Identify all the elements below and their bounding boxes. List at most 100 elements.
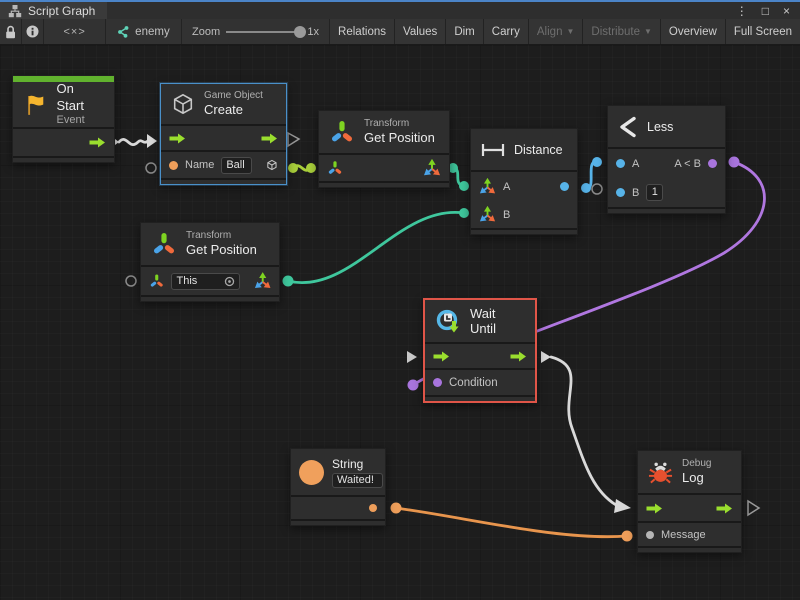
node-on-start-event[interactable]: On Start Event: [12, 75, 115, 163]
node-wait-until[interactable]: Wait Until Condition: [423, 298, 537, 403]
window-controls: ⋮ □ ×: [736, 2, 800, 19]
flow-out-port[interactable]: [716, 503, 733, 514]
vector3-in-port-a[interactable]: [479, 178, 496, 195]
string-out-port[interactable]: [369, 504, 377, 512]
flow-in-port[interactable]: [169, 133, 186, 144]
flow-out-port[interactable]: [261, 133, 278, 144]
node-get-position-top[interactable]: Transform Get Position: [318, 110, 450, 188]
object-picker-icon[interactable]: [224, 276, 235, 287]
node-distance[interactable]: Distance A: [470, 128, 578, 235]
value-rows: A B: [471, 170, 577, 228]
node-footer: [608, 207, 725, 213]
graph-toolbar: <×> enemy Zoom 1x Relations Values Dim C…: [0, 19, 800, 45]
code-view-button[interactable]: <×>: [44, 19, 106, 44]
lock-icon: [4, 25, 17, 39]
node-header: Debug Log: [638, 451, 741, 493]
gameobject-out-port[interactable]: [266, 157, 278, 173]
less-b-input[interactable]: 1: [646, 184, 663, 201]
condition-label: Condition: [449, 377, 498, 389]
name-port-label: Name: [185, 159, 214, 171]
node-title: Less: [647, 120, 673, 134]
node-category: Debug: [682, 458, 711, 471]
value-rows: A A < B B 1: [608, 147, 725, 207]
node-header: Wait Until: [425, 300, 535, 342]
value-row: [319, 153, 449, 181]
port-a-label: A: [632, 158, 639, 170]
node-game-object-create[interactable]: Game Object Create Name Ball: [160, 83, 287, 185]
message-in-port[interactable]: [646, 531, 654, 539]
node-header: On Start Event: [13, 82, 114, 127]
value-row: Message: [638, 521, 741, 546]
transform-icon: [151, 231, 177, 257]
flow-row: [638, 493, 741, 521]
chevron-down-icon: ▼: [566, 27, 574, 36]
tab-bar: Script Graph ⋮ □ ×: [0, 0, 800, 19]
toolbar-button-dim[interactable]: Dim: [446, 19, 483, 44]
target-input[interactable]: This: [171, 273, 239, 290]
result-label: A < B: [674, 158, 701, 170]
toolbar-button-distribute[interactable]: Distribute ▼: [583, 19, 661, 44]
toolbar-button-overview[interactable]: Overview: [661, 19, 726, 44]
node-title: String: [332, 457, 383, 472]
node-category: Game Object: [204, 90, 263, 103]
graph-breadcrumb[interactable]: enemy: [106, 19, 182, 44]
vector3-out-port[interactable]: [254, 272, 271, 290]
node-footer: [471, 228, 577, 234]
node-footer: [13, 156, 114, 162]
condition-in-port[interactable]: [433, 378, 442, 387]
zoom-slider-track[interactable]: [226, 31, 301, 33]
zoom-control: Zoom 1x: [182, 19, 330, 44]
port-row-b: B: [471, 201, 577, 228]
less-b-in-port[interactable]: [616, 188, 625, 197]
value-row: This: [141, 265, 279, 295]
port-b-label: B: [503, 209, 510, 221]
node-category: Transform: [364, 118, 435, 131]
port-row-b: B 1: [608, 178, 725, 207]
name-input[interactable]: Ball: [221, 157, 252, 174]
value-row: Condition: [425, 368, 535, 395]
window-menu-button[interactable]: ⋮: [736, 4, 748, 18]
node-footer: [141, 295, 279, 301]
node-header: Game Object Create: [161, 84, 286, 124]
info-icon: [26, 25, 39, 38]
node-get-position-bottom[interactable]: Transform Get Position This: [140, 222, 280, 302]
port-b-label: B: [632, 187, 639, 199]
toolbar-button-align[interactable]: Align ▼: [529, 19, 584, 44]
node-string-literal[interactable]: String Waited!: [290, 448, 386, 526]
transform-in-port[interactable]: [149, 273, 164, 289]
flow-in-port[interactable]: [646, 503, 663, 514]
window-close-button[interactable]: ×: [783, 4, 790, 18]
flow-out-port[interactable]: [510, 351, 527, 362]
node-subtitle: Event: [57, 114, 104, 128]
node-debug-log[interactable]: Debug Log Message: [637, 450, 742, 553]
less-icon: [618, 116, 638, 138]
less-a-in-port[interactable]: [616, 159, 625, 168]
transform-in-port[interactable]: [327, 160, 343, 176]
window-maximize-button[interactable]: □: [762, 4, 769, 18]
port-row-a: A: [471, 172, 577, 201]
toolbar-button-carry[interactable]: Carry: [484, 19, 529, 44]
node-less[interactable]: Less A A < B B 1: [607, 105, 726, 214]
info-button[interactable]: [22, 19, 44, 44]
node-footer: [638, 546, 741, 552]
zoom-slider-handle[interactable]: [294, 26, 306, 38]
distance-out-port[interactable]: [560, 182, 569, 191]
lock-button[interactable]: [0, 19, 22, 44]
tab-script-graph[interactable]: Script Graph: [0, 2, 107, 19]
node-title: Get Position: [364, 130, 435, 146]
string-input[interactable]: Waited!: [332, 473, 383, 488]
toolbar-button-values[interactable]: Values: [395, 19, 446, 44]
flow-in-port[interactable]: [433, 351, 450, 362]
align-label: Align: [537, 26, 563, 38]
wait-clock-icon: [435, 308, 462, 335]
toolbar-button-fullscreen[interactable]: Full Screen: [726, 19, 800, 44]
name-in-port[interactable]: [169, 161, 178, 170]
transform-icon: [329, 119, 355, 145]
flow-row: [425, 342, 535, 368]
vector3-out-port[interactable]: [423, 159, 441, 177]
chevron-down-icon: ▼: [644, 27, 652, 36]
flow-out-port[interactable]: [89, 137, 106, 148]
vector3-in-port-b[interactable]: [479, 206, 496, 223]
less-out-port[interactable]: [708, 159, 717, 168]
toolbar-button-relations[interactable]: Relations: [330, 19, 395, 44]
